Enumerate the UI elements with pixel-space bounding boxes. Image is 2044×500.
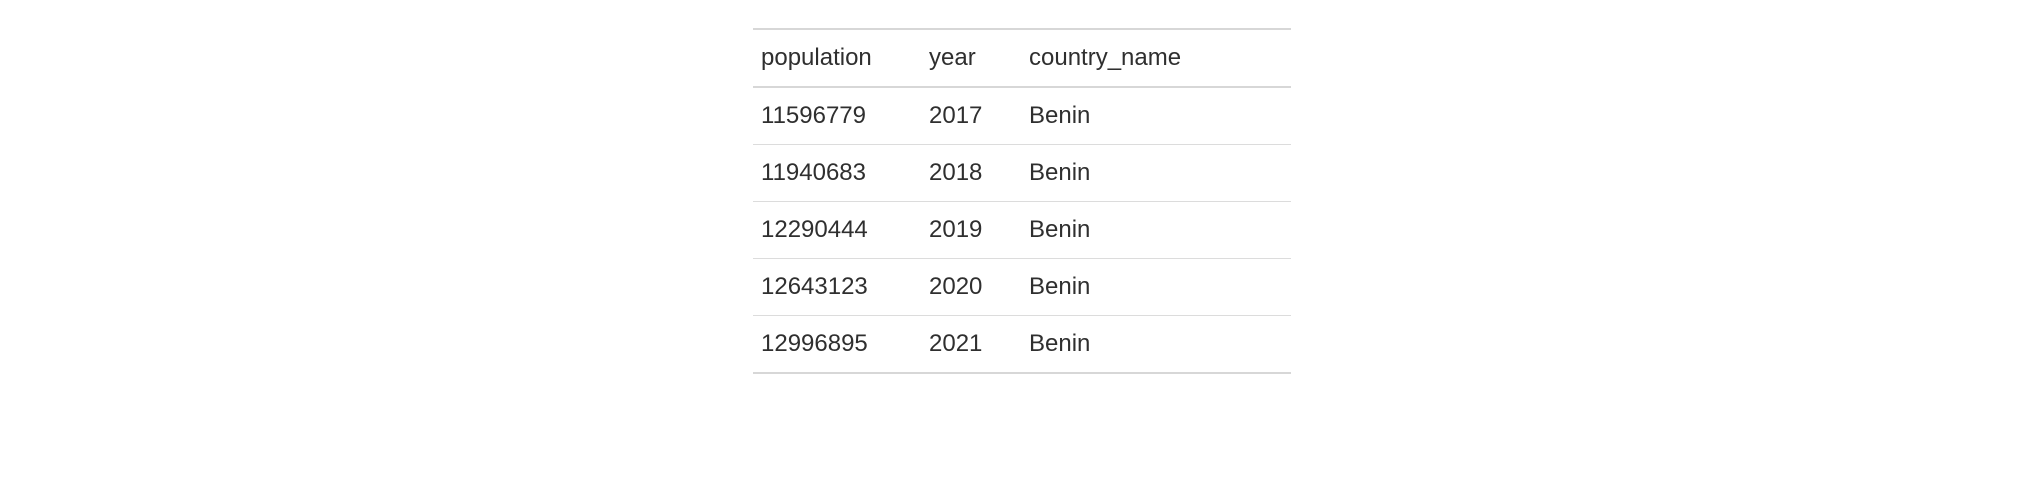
column-header-year: year	[921, 29, 1021, 87]
cell-year: 2018	[921, 145, 1021, 202]
table-row: 12290444 2019 Benin	[753, 202, 1291, 259]
cell-country-name: Benin	[1021, 259, 1291, 316]
table-row: 11940683 2018 Benin	[753, 145, 1291, 202]
cell-population: 11596779	[753, 87, 921, 145]
column-header-population: population	[753, 29, 921, 87]
cell-country-name: Benin	[1021, 87, 1291, 145]
cell-population: 12643123	[753, 259, 921, 316]
table-header-row: population year country_name	[753, 29, 1291, 87]
cell-population: 11940683	[753, 145, 921, 202]
cell-population: 12996895	[753, 316, 921, 374]
column-header-country-name: country_name	[1021, 29, 1291, 87]
cell-year: 2021	[921, 316, 1021, 374]
cell-year: 2017	[921, 87, 1021, 145]
cell-country-name: Benin	[1021, 202, 1291, 259]
cell-year: 2019	[921, 202, 1021, 259]
table-row: 11596779 2017 Benin	[753, 87, 1291, 145]
cell-year: 2020	[921, 259, 1021, 316]
data-table-container: population year country_name 11596779 20…	[753, 28, 1291, 374]
table-row: 12996895 2021 Benin	[753, 316, 1291, 374]
table-row: 12643123 2020 Benin	[753, 259, 1291, 316]
data-table: population year country_name 11596779 20…	[753, 28, 1291, 374]
cell-country-name: Benin	[1021, 316, 1291, 374]
cell-country-name: Benin	[1021, 145, 1291, 202]
cell-population: 12290444	[753, 202, 921, 259]
